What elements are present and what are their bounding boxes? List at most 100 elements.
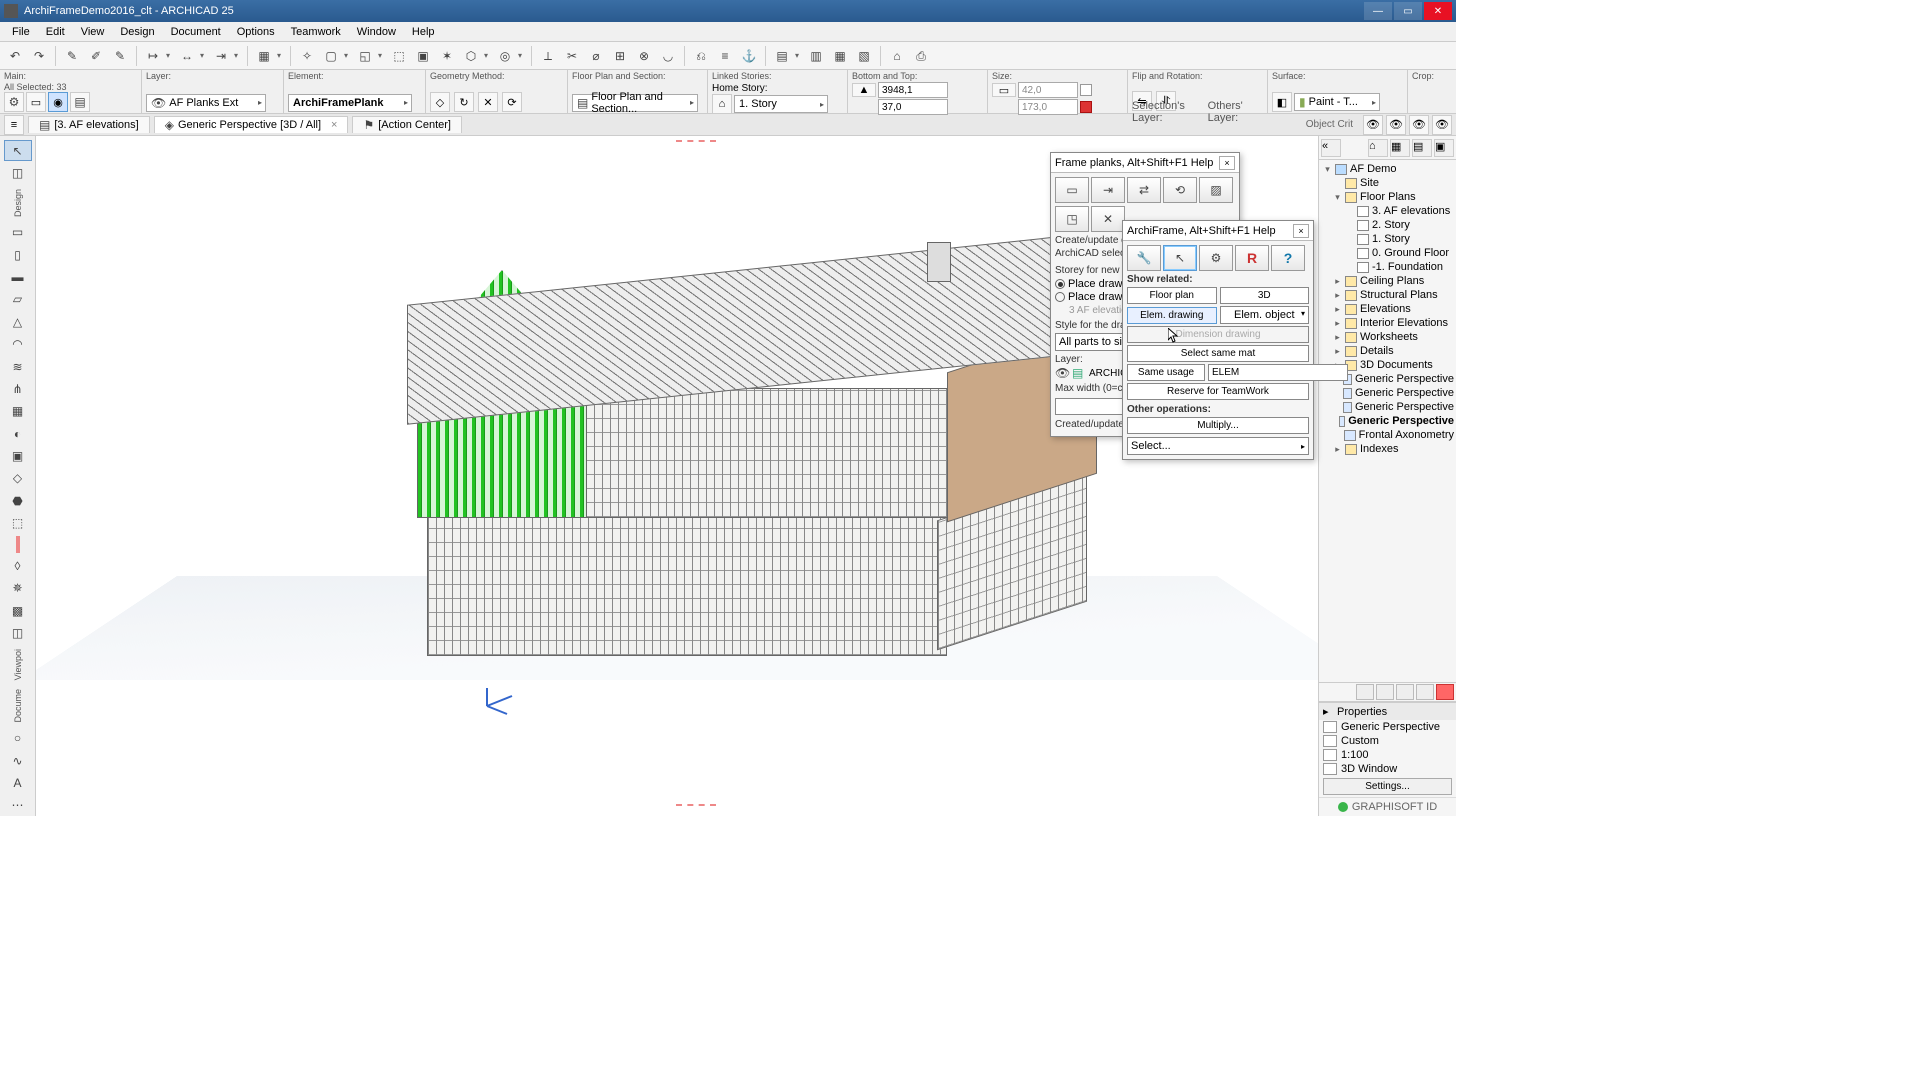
tree-item-persp-2[interactable]: Generic Perspective <box>1321 386 1454 400</box>
dropdown-arrow-icon[interactable]: ▾ <box>378 51 386 60</box>
menu-options[interactable]: Options <box>229 24 283 40</box>
layer-vis-c[interactable]: 👁 <box>1409 115 1429 135</box>
split-button[interactable]: ⌀ <box>585 45 607 67</box>
expand-icon[interactable]: ▸ <box>1333 332 1342 343</box>
menu-view[interactable]: View <box>73 24 113 40</box>
window-tool[interactable]: ▣ <box>4 445 32 466</box>
navigator-tree[interactable]: ▾AF Demo Site ▾Floor Plans 3. AF elevati… <box>1319 160 1456 682</box>
elev-button[interactable]: ▥ <box>805 45 827 67</box>
tree-item-frontal-axo[interactable]: Frontal Axonometry <box>1321 428 1454 442</box>
more-tool[interactable]: ⋯ <box>4 795 32 816</box>
layer-vis-a[interactable]: 👁 <box>1363 115 1383 135</box>
tool-a-button[interactable]: ⬚ <box>388 45 410 67</box>
radio-icon[interactable] <box>1055 292 1065 302</box>
grid-button[interactable]: ▦ <box>253 45 275 67</box>
tab-af-elevations[interactable]: ▤[3. AF elevations] <box>28 116 150 133</box>
undo-button[interactable]: ↶ <box>4 45 26 67</box>
stair-tool[interactable]: ≋ <box>4 356 32 377</box>
tree-item-story-m1[interactable]: -1. Foundation <box>1321 260 1454 274</box>
menu-window[interactable]: Window <box>349 24 404 40</box>
menu-edit[interactable]: Edit <box>38 24 73 40</box>
tree-item-structural[interactable]: ▸Structural Plans <box>1321 288 1454 302</box>
geom-btn-4[interactable]: ⟳ <box>502 92 522 112</box>
mesh-tool[interactable]: ▩ <box>4 600 32 621</box>
menu-teamwork[interactable]: Teamwork <box>283 24 349 40</box>
tool-c-button[interactable]: ✶ <box>436 45 458 67</box>
nav-layoutbook-button[interactable]: ▤ <box>1412 139 1432 157</box>
archiframe-palette[interactable]: ArchiFrame, Alt+Shift+F1 Help × 🔧 ↖ ⚙ R … <box>1122 220 1314 460</box>
af-elem-object-button[interactable]: Elem. object▾ <box>1220 306 1310 324</box>
tree-item-story-0[interactable]: 0. Ground Floor <box>1321 246 1454 260</box>
expand-icon[interactable]: ▾ <box>1323 164 1332 175</box>
redo-button[interactable]: ↷ <box>28 45 50 67</box>
skylight-tool[interactable]: ◇ <box>4 468 32 489</box>
menu-help[interactable]: Help <box>404 24 443 40</box>
expand-icon[interactable]: ▾ <box>1333 192 1342 203</box>
ellipse-tool[interactable]: ○ <box>4 728 32 749</box>
fp-tool-4[interactable]: ⟲ <box>1163 177 1197 203</box>
mini-tab-1[interactable] <box>1356 684 1374 700</box>
level-button[interactable]: ⎌ <box>690 45 712 67</box>
story-button[interactable]: ≡ <box>714 45 736 67</box>
tree-item-elevations[interactable]: ▸Elevations <box>1321 302 1454 316</box>
tab-menu-button[interactable]: ≡ <box>4 115 24 135</box>
fp-tool-2[interactable]: ⇥ <box>1091 177 1125 203</box>
tree-item-persp-3[interactable]: Generic Perspective <box>1321 400 1454 414</box>
palette-close-button[interactable]: × <box>1219 156 1235 170</box>
adjust-button[interactable]: ⊞ <box>609 45 631 67</box>
wand-button[interactable]: ✧ <box>296 45 318 67</box>
rect-button[interactable]: ▢ <box>320 45 342 67</box>
roof-tool[interactable]: △ <box>4 311 32 332</box>
af-select-same-mat-button[interactable]: Select same mat <box>1127 345 1309 362</box>
railing-tool[interactable]: ⋔ <box>4 378 32 399</box>
expand-icon[interactable]: ▸ <box>1323 705 1333 718</box>
fillet-button[interactable]: ◡ <box>657 45 679 67</box>
mini-tab-close[interactable] <box>1436 684 1454 700</box>
surface-icon-button[interactable]: ◧ <box>1272 92 1292 112</box>
properties-header[interactable]: ▸Properties <box>1319 703 1456 720</box>
dropdown-arrow-icon[interactable]: ▾ <box>518 51 526 60</box>
minimize-button[interactable]: — <box>1364 2 1392 20</box>
eye-icon[interactable]: 👁 <box>1055 367 1069 379</box>
dropdown-arrow-icon[interactable]: ▾ <box>200 51 208 60</box>
align-button[interactable]: ↦ <box>142 45 164 67</box>
palette-titlebar[interactable]: Frame planks, Alt+Shift+F1 Help × <box>1051 153 1239 173</box>
tree-item-indexes[interactable]: ▸Indexes <box>1321 442 1454 456</box>
dropdown-arrow-icon[interactable]: ▾ <box>484 51 492 60</box>
object-tool[interactable]: ⬣ <box>4 490 32 511</box>
close-button[interactable]: ✕ <box>1424 2 1452 20</box>
tree-item-story-2[interactable]: 2. Story <box>1321 218 1454 232</box>
cube-button[interactable]: ◱ <box>354 45 376 67</box>
layer-dropdown[interactable]: 👁 AF Planks Ext <box>146 94 266 112</box>
curtainwall-tool[interactable]: ▦ <box>4 401 32 422</box>
top-input[interactable] <box>878 82 948 98</box>
mini-tab-3[interactable] <box>1396 684 1414 700</box>
af-tool-help[interactable]: ? <box>1271 245 1305 271</box>
af-floorplan-button[interactable]: Floor plan <box>1127 287 1217 304</box>
dropdown-arrow-icon[interactable]: ▾ <box>166 51 174 60</box>
sel-mode2-button[interactable]: ◉ <box>48 92 68 112</box>
palette-close-button[interactable]: × <box>1293 224 1309 238</box>
anchor-button[interactable]: ⚓ <box>738 45 760 67</box>
align3-button[interactable]: ⇥ <box>210 45 232 67</box>
home-story-dropdown[interactable]: 1. Story <box>734 95 828 113</box>
af-tool-select[interactable]: ↖ <box>1163 245 1197 271</box>
shell-tool[interactable]: ◠ <box>4 334 32 355</box>
settings-button[interactable]: Settings... <box>1323 778 1452 795</box>
dropdown-arrow-icon[interactable]: ▾ <box>234 51 242 60</box>
zone-tool[interactable]: ⬚ <box>4 512 32 533</box>
intersect-button[interactable]: ⊗ <box>633 45 655 67</box>
door-tool[interactable]: ◐ <box>4 423 32 444</box>
fp-tool-6[interactable]: ◳ <box>1055 206 1089 232</box>
elevation-icon-button[interactable]: ▲ <box>852 83 876 97</box>
nav-collapse-button[interactable]: « <box>1321 139 1341 157</box>
spline-tool[interactable]: ∿ <box>4 750 32 771</box>
sel-settings-button[interactable]: ⚙ <box>4 92 24 112</box>
arrow-tool[interactable]: ↖ <box>4 140 32 161</box>
draw-button[interactable]: ✎ <box>109 45 131 67</box>
menu-design[interactable]: Design <box>112 24 162 40</box>
print-button[interactable]: ⎙ <box>910 45 932 67</box>
text-tool[interactable]: A <box>4 772 32 793</box>
tab-action-center[interactable]: ⚑[Action Center] <box>352 116 462 133</box>
tab-generic-perspective[interactable]: ◈Generic Perspective [3D / All]× <box>154 116 349 133</box>
